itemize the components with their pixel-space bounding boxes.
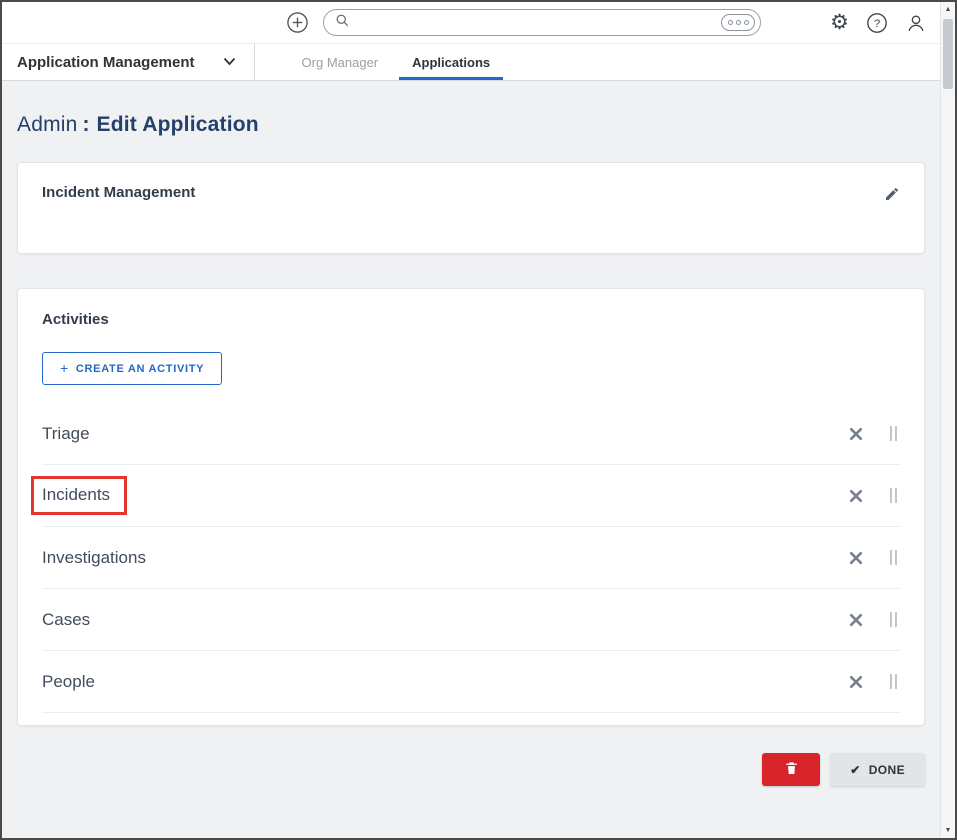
- scrollbar-thumb[interactable]: [943, 19, 953, 89]
- tab-org-manager[interactable]: Org Manager: [285, 44, 396, 80]
- activity-row-incidents[interactable]: Incidents: [42, 465, 900, 527]
- settings-gear-icon[interactable]: ⚙: [830, 12, 849, 33]
- drag-handle-icon[interactable]: [890, 488, 897, 503]
- activity-row-triage[interactable]: Triage: [42, 403, 900, 465]
- more-options-icon[interactable]: [721, 14, 755, 31]
- application-name-card: Incident Management: [17, 162, 925, 254]
- remove-activity-icon[interactable]: [849, 613, 863, 627]
- activities-title: Activities: [42, 311, 900, 328]
- scroll-down-icon[interactable]: ▼: [941, 823, 955, 838]
- drag-handle-icon[interactable]: [890, 674, 897, 689]
- search-icon: [335, 13, 350, 33]
- check-icon: ✔: [850, 763, 860, 777]
- topbar-icons: ⚙ ?: [830, 12, 927, 34]
- trash-icon: [784, 760, 799, 779]
- user-profile-icon[interactable]: [905, 12, 927, 34]
- vertical-scrollbar[interactable]: ▲ ▼: [940, 2, 955, 838]
- nav-bar: Application Management Org Manager Appli…: [2, 44, 955, 81]
- activities-card: Activities + CREATE AN ACTIVITY Triage: [17, 288, 925, 726]
- tab-list: Org Manager Applications: [285, 44, 508, 80]
- remove-activity-icon[interactable]: [849, 675, 863, 689]
- main-content: Admin : Edit Application Incident Manage…: [2, 113, 955, 786]
- activity-label: Incidents: [42, 485, 110, 504]
- application-management-dropdown[interactable]: Application Management: [2, 44, 255, 80]
- drag-handle-icon[interactable]: [890, 612, 897, 627]
- dropdown-label: Application Management: [17, 54, 195, 71]
- footer-actions: ✔ DONE: [17, 753, 925, 786]
- delete-application-button[interactable]: [762, 753, 820, 786]
- tab-applications[interactable]: Applications: [395, 44, 507, 80]
- remove-activity-icon[interactable]: [849, 551, 863, 565]
- application-name: Incident Management: [42, 184, 195, 201]
- drag-handle-icon[interactable]: [890, 550, 897, 565]
- chevron-down-icon: [223, 53, 236, 71]
- create-activity-label: CREATE AN ACTIVITY: [76, 363, 204, 375]
- activity-row-cases[interactable]: Cases: [42, 589, 900, 651]
- activity-label: Investigations: [42, 548, 146, 568]
- remove-activity-icon[interactable]: [849, 489, 863, 503]
- add-icon[interactable]: [286, 11, 309, 34]
- activity-label: Triage: [42, 424, 90, 444]
- plus-icon: +: [60, 360, 69, 376]
- drag-handle-icon[interactable]: [890, 426, 897, 441]
- activity-label: People: [42, 672, 95, 692]
- top-bar: ⚙ ?: [2, 2, 955, 44]
- red-highlight-box: Incidents: [31, 476, 127, 515]
- search-bar[interactable]: [323, 9, 761, 36]
- page-title-prefix: Admin: [17, 113, 78, 137]
- activity-row-investigations[interactable]: Investigations: [42, 527, 900, 589]
- create-activity-button[interactable]: + CREATE AN ACTIVITY: [42, 352, 222, 385]
- app-window: ▲ ▼ ⚙ ? Application Management: [0, 0, 957, 840]
- page-title-separator: :: [83, 113, 90, 137]
- remove-activity-icon[interactable]: [849, 427, 863, 441]
- search-input[interactable]: [358, 15, 721, 30]
- done-button[interactable]: ✔ DONE: [830, 753, 925, 786]
- help-icon[interactable]: ?: [866, 12, 888, 34]
- done-label: DONE: [869, 763, 905, 777]
- svg-text:?: ?: [874, 18, 880, 30]
- activity-list: Triage Incidents: [42, 403, 900, 713]
- page-title-main: Edit Application: [97, 113, 259, 137]
- activity-row-people[interactable]: People: [42, 651, 900, 713]
- page-title: Admin : Edit Application: [17, 113, 955, 137]
- edit-pencil-icon[interactable]: [884, 186, 900, 207]
- scroll-up-icon[interactable]: ▲: [941, 2, 955, 17]
- activity-label: Cases: [42, 610, 90, 630]
